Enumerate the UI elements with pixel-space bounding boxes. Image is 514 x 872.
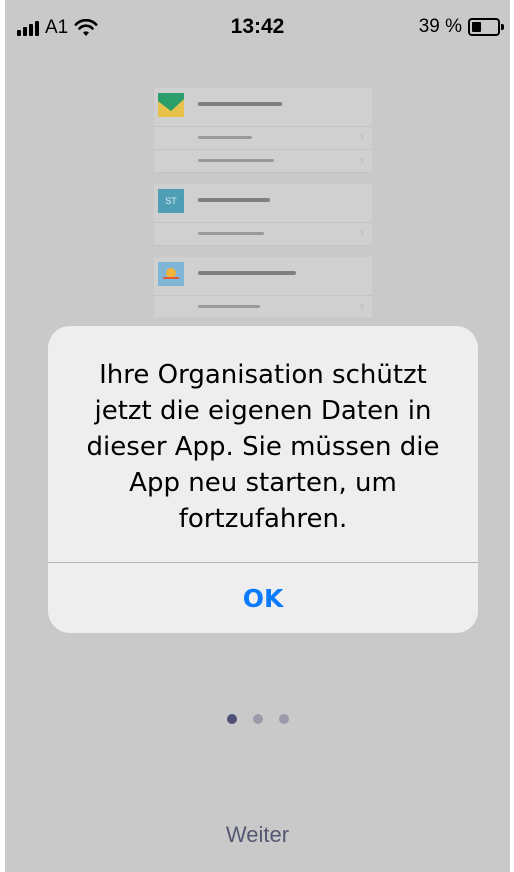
alert-dialog: Ihre Organisation schützt jetzt die eige… xyxy=(48,326,478,633)
weather-app-icon xyxy=(158,262,184,286)
illustration-card-header: ST xyxy=(154,184,372,223)
illustration-row: › xyxy=(154,223,372,246)
app-screen: A1 13:42 39 % › › ST › › Weiter Ihre Org… xyxy=(5,0,510,872)
alert-message: Ihre Organisation schützt jetzt die eige… xyxy=(86,360,440,534)
chevron-right-icon: › xyxy=(359,298,364,313)
illustration-row: › xyxy=(154,127,372,150)
page-dot-active[interactable] xyxy=(226,714,237,724)
onboarding-illustration: › › ST › › xyxy=(154,88,372,319)
illustration-card-header xyxy=(154,88,372,127)
illustration-row: › xyxy=(154,150,372,173)
status-right: 39 % xyxy=(418,16,504,38)
page-dot[interactable] xyxy=(252,714,263,724)
status-bar: A1 13:42 39 % xyxy=(5,0,510,58)
ok-button[interactable]: OK xyxy=(48,563,478,633)
battery-icon xyxy=(468,18,504,36)
st-app-icon: ST xyxy=(158,189,184,213)
illustration-card-header xyxy=(154,257,372,296)
page-dot[interactable] xyxy=(278,714,289,724)
weiter-button[interactable]: Weiter xyxy=(5,822,510,848)
chevron-right-icon: › xyxy=(359,152,364,167)
illustration-row: › xyxy=(154,296,372,319)
st-app-badge: ST xyxy=(165,196,177,206)
battery-percent: 39 % xyxy=(418,16,462,37)
chevron-right-icon: › xyxy=(359,129,364,144)
image-app-icon xyxy=(158,93,184,117)
page-indicator xyxy=(5,714,510,724)
chevron-right-icon: › xyxy=(359,225,364,240)
